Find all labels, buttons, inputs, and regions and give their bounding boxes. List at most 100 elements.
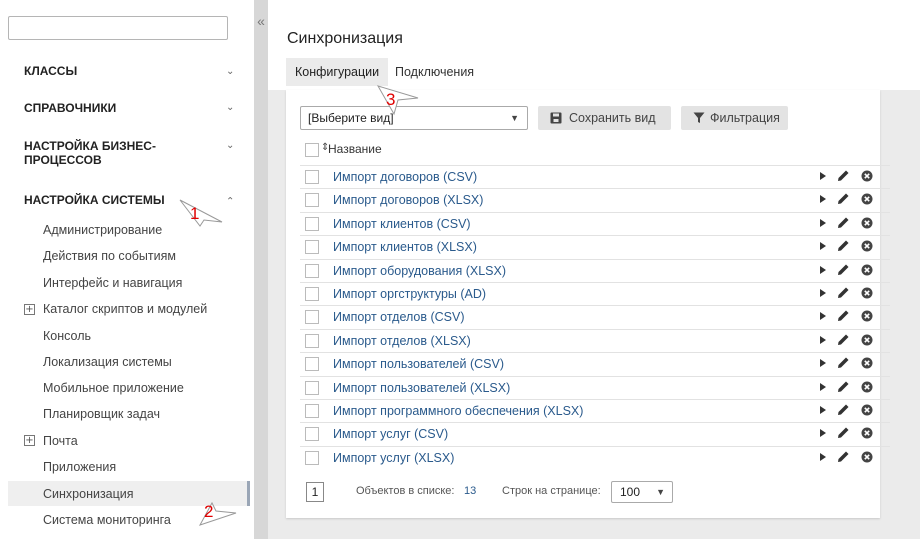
row-name-link[interactable]: Импорт услуг (XLSX) [333,451,454,465]
sidebar-item-scheduler[interactable]: Планировщик задач [43,407,160,421]
sidebar-item-mail[interactable]: Почта [43,434,78,448]
sidebar-item-interface[interactable]: Интерфейс и навигация [43,276,182,290]
run-icon[interactable] [820,265,826,274]
delete-icon[interactable] [861,240,873,252]
edit-icon[interactable] [837,356,850,369]
run-icon[interactable] [820,359,826,368]
row-name-link[interactable]: Импорт клиентов (XLSX) [333,240,477,254]
sidebar-item-console[interactable]: Консоль [43,329,91,343]
row-checkbox[interactable] [305,333,319,348]
row-checkbox[interactable] [305,286,319,301]
run-icon[interactable] [820,452,826,461]
edit-icon[interactable] [837,426,850,439]
expand-icon[interactable]: + [24,435,35,446]
row-name-link[interactable]: Импорт отделов (XLSX) [333,334,471,348]
table-row[interactable]: Импорт клиентов (XLSX) [300,235,890,258]
delete-icon[interactable] [861,427,873,439]
edit-icon[interactable] [837,263,850,276]
edit-icon[interactable] [837,333,850,346]
delete-icon[interactable] [861,404,873,416]
table-row[interactable]: Импорт отделов (CSV) [300,305,890,328]
sidebar-item-event-actions[interactable]: Действия по событиям [43,249,176,263]
row-checkbox[interactable] [305,380,319,395]
delete-icon[interactable] [861,170,873,182]
tab-connections[interactable]: Подключения [386,58,483,86]
sidebar-item-applications[interactable]: Приложения [43,460,116,474]
sidebar-item-scripts[interactable]: Каталог скриптов и модулей [43,302,207,316]
delete-icon[interactable] [861,217,873,229]
run-icon[interactable] [820,242,826,251]
tab-configurations[interactable]: Конфигурации [286,58,389,86]
sidebar-search-input[interactable] [8,16,228,40]
edit-icon[interactable] [837,450,850,463]
sidebar-item-localization[interactable]: Локализация системы [43,355,172,369]
row-name-link[interactable]: Импорт отделов (CSV) [333,310,465,324]
run-icon[interactable] [820,312,826,321]
edit-icon[interactable] [837,192,850,205]
double-chevron-left-icon[interactable]: « [254,14,268,28]
row-checkbox[interactable] [305,216,319,231]
filter-button[interactable]: Фильтрация [681,106,788,130]
delete-icon[interactable] [861,451,873,463]
expand-icon[interactable]: + [24,304,35,315]
run-icon[interactable] [820,172,826,180]
table-row[interactable]: Импорт договоров (CSV) [300,165,890,188]
table-row[interactable]: Импорт оргструктуры (AD) [300,281,890,305]
sidebar-item-mobile[interactable]: Мобильное приложение [43,381,184,395]
edit-icon[interactable] [837,403,850,416]
table-row[interactable]: Импорт договоров (XLSX) [300,188,890,211]
run-icon[interactable] [820,405,826,414]
row-checkbox[interactable] [305,357,319,372]
column-header-name[interactable]: Название [328,142,382,156]
edit-icon[interactable] [837,380,850,393]
row-checkbox[interactable] [305,403,319,418]
run-icon[interactable] [820,335,826,344]
row-name-link[interactable]: Импорт услуг (CSV) [333,427,448,441]
run-icon[interactable] [820,195,826,204]
edit-icon[interactable] [837,216,850,229]
row-checkbox[interactable] [305,450,319,465]
row-name-link[interactable]: Импорт оборудования (XLSX) [333,264,506,278]
select-all-checkbox[interactable] [305,143,319,157]
sidebar-item-synchronization[interactable]: Синхронизация [43,487,134,501]
sidebar-section-directories[interactable]: СПРАВОЧНИКИ [24,101,214,115]
row-checkbox[interactable] [305,193,319,208]
run-icon[interactable] [820,429,826,438]
edit-icon[interactable] [837,309,850,322]
run-icon[interactable] [820,218,826,227]
delete-icon[interactable] [861,193,873,205]
table-row[interactable]: Импорт оборудования (XLSX) [300,258,890,282]
sidebar-section-classes[interactable]: КЛАССЫ [24,64,214,78]
sidebar-item-administration[interactable]: Администрирование [43,223,162,237]
rows-per-page-select[interactable]: 100 ▼ [611,481,673,503]
row-checkbox[interactable] [305,240,319,255]
sidebar-section-business-processes[interactable]: НАСТРОЙКА БИЗНЕС-ПРОЦЕССОВ [24,139,164,167]
row-checkbox[interactable] [305,310,319,325]
edit-icon[interactable] [837,169,850,182]
table-row[interactable]: Импорт пользователей (CSV) [300,352,890,375]
row-name-link[interactable]: Импорт договоров (XLSX) [333,193,483,207]
row-name-link[interactable]: Импорт пользователей (CSV) [333,357,504,371]
table-row[interactable]: Импорт отделов (XLSX) [300,328,890,352]
save-view-button[interactable]: Сохранить вид [538,106,671,130]
delete-icon[interactable] [861,381,873,393]
table-row[interactable]: Импорт услуг (CSV) [300,422,890,445]
run-icon[interactable] [820,288,826,297]
row-name-link[interactable]: Импорт программного обеспечения (XLSX) [333,404,583,418]
delete-icon[interactable] [861,357,873,369]
row-name-link[interactable]: Импорт клиентов (CSV) [333,217,471,231]
row-checkbox[interactable] [305,427,319,442]
table-row[interactable]: Импорт клиентов (CSV) [300,211,890,235]
delete-icon[interactable] [861,334,873,346]
delete-icon[interactable] [861,287,873,299]
page-number-button[interactable]: 1 [306,482,324,502]
row-name-link[interactable]: Импорт пользователей (XLSX) [333,381,510,395]
sidebar-collapse-bar[interactable] [254,0,268,539]
row-name-link[interactable]: Импорт оргструктуры (AD) [333,287,486,301]
edit-icon[interactable] [837,286,850,299]
run-icon[interactable] [820,382,826,391]
edit-icon[interactable] [837,239,850,252]
sidebar-item-monitoring[interactable]: Система мониторинга [43,513,171,527]
row-name-link[interactable]: Импорт договоров (CSV) [333,170,477,184]
table-row[interactable]: Импорт программного обеспечения (XLSX) [300,398,890,422]
